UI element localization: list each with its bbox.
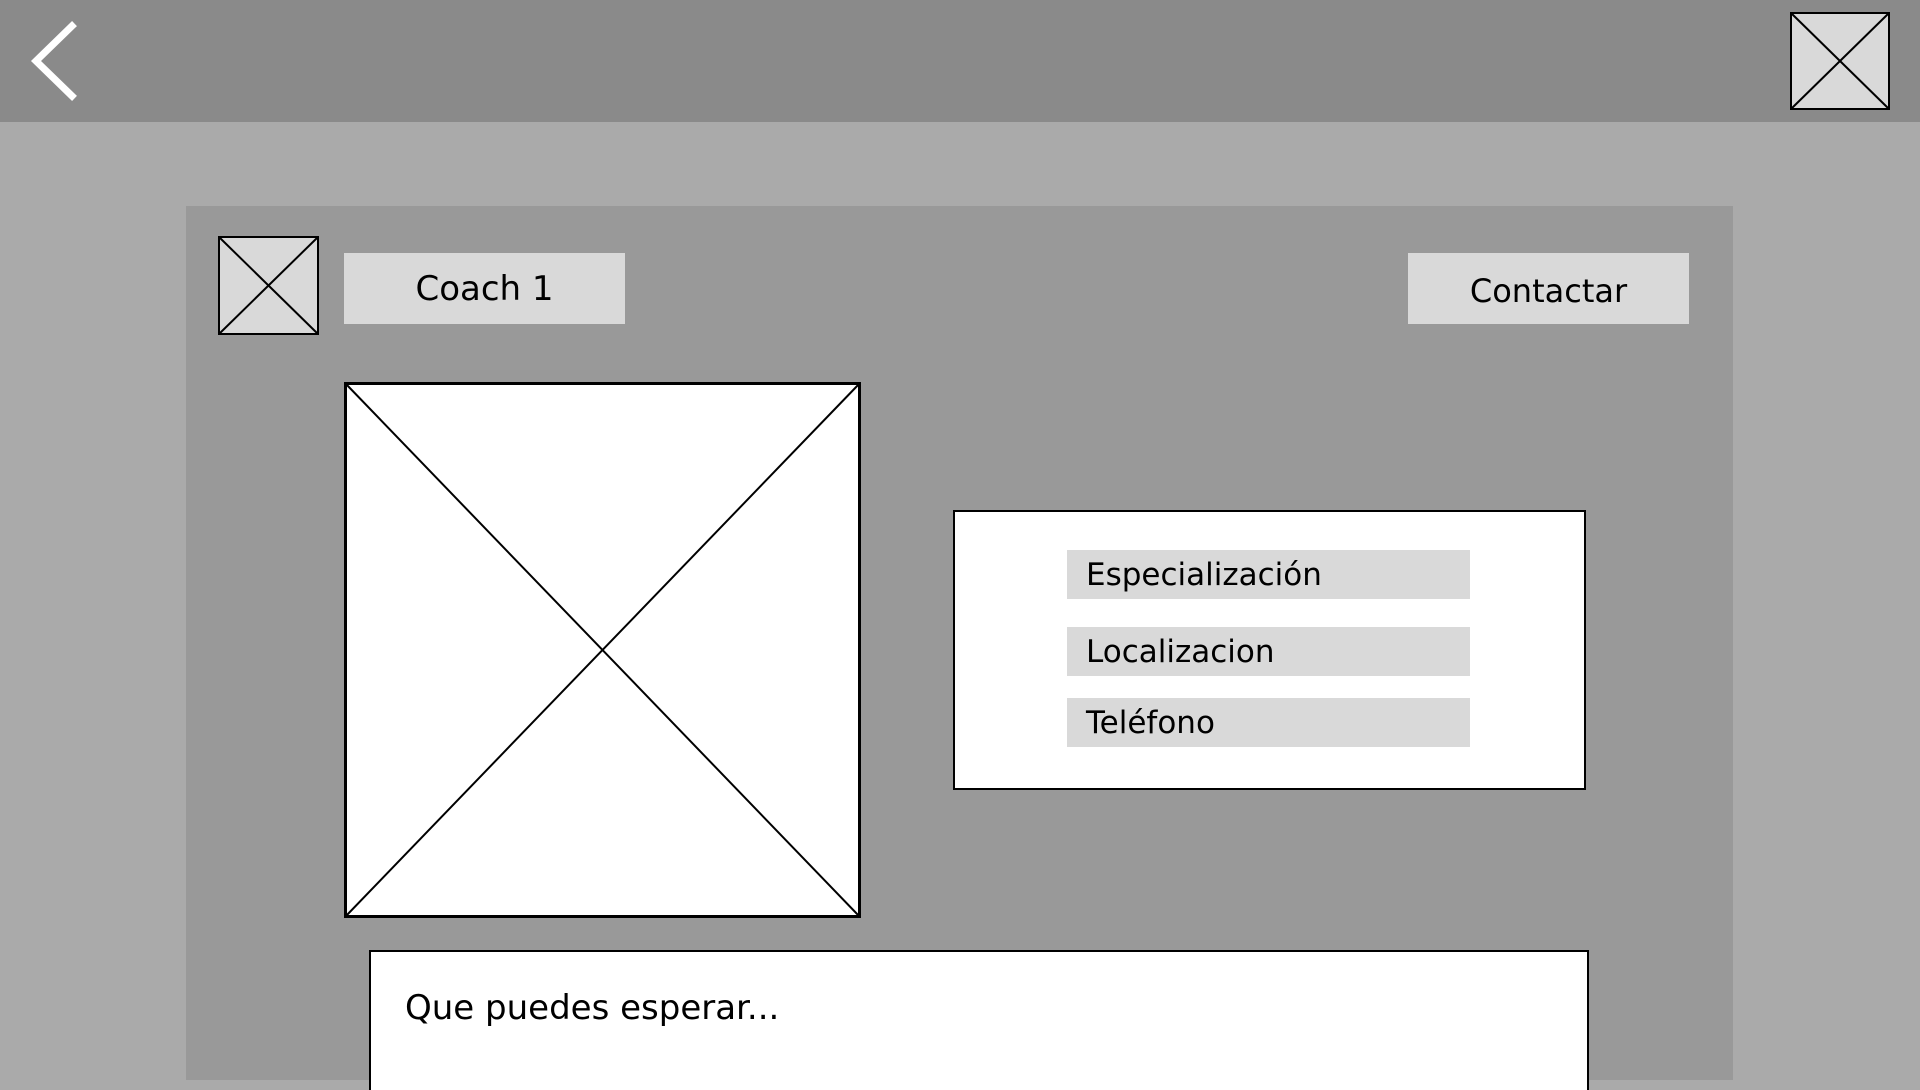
location-field: Localizacion — [1067, 627, 1470, 676]
coach-name-label: Coach 1 — [344, 253, 625, 324]
back-button[interactable] — [20, 18, 90, 104]
phone-field: Teléfono — [1067, 698, 1470, 747]
contact-button[interactable]: Contactar — [1408, 253, 1689, 324]
chevron-left-icon — [30, 21, 77, 101]
coach-info-panel: Especialización Localizacion Teléfono — [953, 510, 1586, 790]
coach-profile-card: Coach 1 Contactar Especialización Locali… — [186, 206, 1733, 1090]
image-placeholder-icon — [218, 236, 319, 335]
top-bar — [0, 0, 1920, 122]
image-placeholder-icon — [344, 382, 861, 918]
description-panel: Que puedes esperar... — [369, 950, 1589, 1090]
image-placeholder-icon — [1790, 12, 1890, 110]
header-image-placeholder — [1790, 12, 1890, 110]
coach-photo — [344, 382, 861, 918]
coach-avatar — [218, 236, 319, 335]
description-text: Que puedes esperar... — [405, 988, 780, 1028]
specialization-field: Especialización — [1067, 550, 1470, 599]
